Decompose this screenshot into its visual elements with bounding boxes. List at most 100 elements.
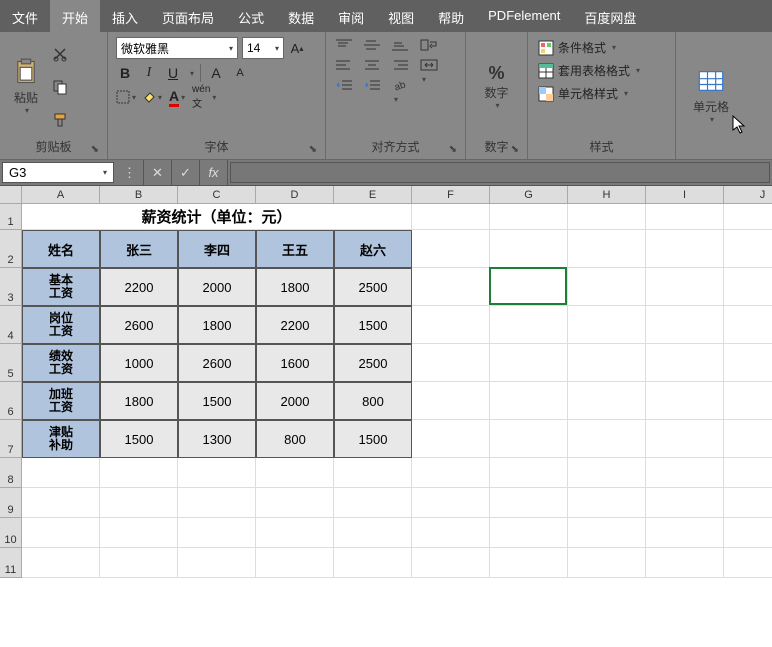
- cell-C7[interactable]: 1300: [178, 420, 256, 458]
- cell-I8[interactable]: [646, 458, 724, 488]
- number-launcher-icon[interactable]: ⬊: [511, 144, 519, 155]
- cell-E11[interactable]: [334, 548, 412, 578]
- col-header-H[interactable]: H: [568, 186, 646, 204]
- align-bottom-button[interactable]: [392, 39, 410, 53]
- cell-A1[interactable]: 薪资统计（单位：元）: [22, 204, 412, 230]
- decrease-indent-button[interactable]: [336, 79, 354, 93]
- cell-J2[interactable]: [724, 230, 772, 268]
- paste-button[interactable]: 粘贴 ▾: [8, 37, 44, 136]
- align-top-button[interactable]: [336, 39, 354, 53]
- cut-button[interactable]: [48, 43, 72, 65]
- increase-font-button[interactable]: A▴: [288, 38, 306, 58]
- menu-item-4[interactable]: 公式: [226, 0, 276, 32]
- cell-I9[interactable]: [646, 488, 724, 518]
- cell-F6[interactable]: [412, 382, 490, 420]
- underline-button[interactable]: U: [164, 63, 182, 83]
- cell-C9[interactable]: [178, 488, 256, 518]
- cell-E10[interactable]: [334, 518, 412, 548]
- cell-A5[interactable]: 绩效工资: [22, 344, 100, 382]
- menu-item-1[interactable]: 开始: [50, 0, 100, 32]
- menu-item-0[interactable]: 文件: [0, 0, 50, 32]
- orientation-button[interactable]: ab▾: [392, 79, 410, 93]
- cell-G1[interactable]: [490, 204, 568, 230]
- cell-E2[interactable]: 赵六: [334, 230, 412, 268]
- cell-E6[interactable]: 800: [334, 382, 412, 420]
- menu-item-7[interactable]: 视图: [376, 0, 426, 32]
- cell-F11[interactable]: [412, 548, 490, 578]
- cell-H4[interactable]: [568, 306, 646, 344]
- cell-B2[interactable]: 张三: [100, 230, 178, 268]
- cell-G11[interactable]: [490, 548, 568, 578]
- cell-G8[interactable]: [490, 458, 568, 488]
- col-header-B[interactable]: B: [100, 186, 178, 204]
- cell-B3[interactable]: 2200: [100, 268, 178, 306]
- menu-item-6[interactable]: 审阅: [326, 0, 376, 32]
- cell-G6[interactable]: [490, 382, 568, 420]
- cell-E9[interactable]: [334, 488, 412, 518]
- col-header-A[interactable]: A: [22, 186, 100, 204]
- cell-J4[interactable]: [724, 306, 772, 344]
- cell-I11[interactable]: [646, 548, 724, 578]
- cell-B5[interactable]: 1000: [100, 344, 178, 382]
- cell-A11[interactable]: [22, 548, 100, 578]
- cell-D3[interactable]: 1800: [256, 268, 334, 306]
- cell-D8[interactable]: [256, 458, 334, 488]
- cell-E3[interactable]: 2500: [334, 268, 412, 306]
- conditional-format-button[interactable]: 条件格式▾: [538, 39, 640, 56]
- cell-E5[interactable]: 2500: [334, 344, 412, 382]
- cell-J1[interactable]: [724, 204, 772, 230]
- align-middle-button[interactable]: [364, 39, 382, 53]
- cell-H8[interactable]: [568, 458, 646, 488]
- cell-F8[interactable]: [412, 458, 490, 488]
- cell-C3[interactable]: 2000: [178, 268, 256, 306]
- cell-B9[interactable]: [100, 488, 178, 518]
- col-header-G[interactable]: G: [490, 186, 568, 204]
- number-format-button[interactable]: % 数字 ▾: [480, 37, 512, 136]
- cell-I1[interactable]: [646, 204, 724, 230]
- cell-H3[interactable]: [568, 268, 646, 306]
- cell-A7[interactable]: 津贴补助: [22, 420, 100, 458]
- cell-A6[interactable]: 加班工资: [22, 382, 100, 420]
- cell-A8[interactable]: [22, 458, 100, 488]
- cell-G9[interactable]: [490, 488, 568, 518]
- increase-font-a-button[interactable]: A: [207, 63, 225, 83]
- cell-A10[interactable]: [22, 518, 100, 548]
- cell-E7[interactable]: 1500: [334, 420, 412, 458]
- menu-item-3[interactable]: 页面布局: [150, 0, 226, 32]
- cell-B11[interactable]: [100, 548, 178, 578]
- row-header-8[interactable]: 8: [0, 458, 22, 488]
- col-header-C[interactable]: C: [178, 186, 256, 204]
- cell-F9[interactable]: [412, 488, 490, 518]
- cell-G2[interactable]: [490, 230, 568, 268]
- row-header-2[interactable]: 2: [0, 230, 22, 268]
- cell-I5[interactable]: [646, 344, 724, 382]
- cell-F7[interactable]: [412, 420, 490, 458]
- cell-J8[interactable]: [724, 458, 772, 488]
- col-header-E[interactable]: E: [334, 186, 412, 204]
- wrap-text-button[interactable]: [420, 39, 438, 53]
- col-header-J[interactable]: J: [724, 186, 772, 204]
- font-launcher-icon[interactable]: ⬊: [309, 144, 317, 155]
- font-size-select[interactable]: 14▾: [242, 37, 284, 59]
- cell-B7[interactable]: 1500: [100, 420, 178, 458]
- cell-F3[interactable]: [412, 268, 490, 306]
- format-painter-button[interactable]: [48, 109, 72, 131]
- table-format-button[interactable]: 套用表格格式▾: [538, 62, 640, 79]
- cell-F5[interactable]: [412, 344, 490, 382]
- phonetic-button[interactable]: wén文▾: [192, 87, 216, 107]
- cell-E4[interactable]: 1500: [334, 306, 412, 344]
- fill-color-button[interactable]: ▾: [142, 87, 162, 107]
- cell-H7[interactable]: [568, 420, 646, 458]
- cell-F4[interactable]: [412, 306, 490, 344]
- row-header-3[interactable]: 3: [0, 268, 22, 306]
- cell-G7[interactable]: [490, 420, 568, 458]
- cell-J11[interactable]: [724, 548, 772, 578]
- cell-A2[interactable]: 姓名: [22, 230, 100, 268]
- cell-H10[interactable]: [568, 518, 646, 548]
- cell-G4[interactable]: [490, 306, 568, 344]
- cell-F2[interactable]: [412, 230, 490, 268]
- row-header-6[interactable]: 6: [0, 382, 22, 420]
- col-header-I[interactable]: I: [646, 186, 724, 204]
- cell-C11[interactable]: [178, 548, 256, 578]
- formula-input[interactable]: [230, 162, 770, 183]
